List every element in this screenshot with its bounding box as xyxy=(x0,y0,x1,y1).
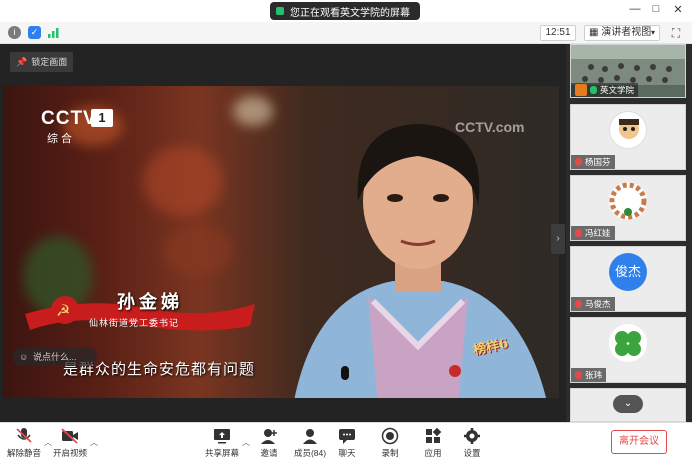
participant-tile[interactable]: 俊杰 马俊杰 xyxy=(570,246,686,312)
apps-label: 应用 xyxy=(424,448,442,458)
mic-muted-icon xyxy=(575,300,582,308)
avatar xyxy=(609,324,647,362)
collapse-panel-button[interactable]: › xyxy=(551,224,565,254)
chevron-down-icon: ▾ xyxy=(650,28,655,37)
start-video-button[interactable]: 开启视频 xyxy=(52,427,88,459)
screen-share-banner: 您正在观看英文学院的屏幕 xyxy=(270,2,420,20)
person-title: 仙林街道党工委书记 xyxy=(89,319,180,329)
invite-icon xyxy=(261,429,277,444)
fullscreen-icon[interactable]: ⛶ xyxy=(668,25,684,41)
video-options-caret[interactable]: ︿ xyxy=(90,437,98,448)
share-indicator-icon xyxy=(276,7,284,15)
record-button[interactable]: 录制 xyxy=(377,427,403,459)
comment-input[interactable]: ☺ 说点什么... xyxy=(13,348,97,366)
share-screen-label: 共享屏幕 xyxy=(204,448,239,458)
participant-label: 马俊杰 xyxy=(571,297,615,311)
start-video-label: 开启视频 xyxy=(52,448,87,458)
apps-button[interactable]: 应用 xyxy=(420,427,446,459)
person-name: 孙金娣 xyxy=(117,292,183,313)
avatar xyxy=(609,182,647,220)
participant-tile[interactable]: ⌄ xyxy=(570,388,686,422)
interviewee-figure xyxy=(294,124,546,398)
initial-avatar: 俊杰 xyxy=(609,253,647,291)
participant-name: 英文学院 xyxy=(600,85,635,95)
shared-screen-area: 📌 锁定画面 CCTV 1 综合 CCTV.com ☭ 孙金娣 仙林街道党工委书… xyxy=(0,44,566,422)
avatar xyxy=(609,111,647,149)
participant-name: 张玮 xyxy=(585,370,603,380)
channel-subtitle: 综合 xyxy=(47,133,75,145)
lock-view-label: 锁定画面 xyxy=(31,57,68,67)
minimize-button[interactable]: — xyxy=(625,3,645,15)
comment-placeholder: 说点什么... xyxy=(33,352,77,362)
participant-name: 杨国芬 xyxy=(585,157,611,167)
title-bar: 您正在观看英文学院的屏幕 — □ ✕ xyxy=(0,0,692,22)
view-grid-icon: ▦ xyxy=(589,27,602,38)
record-label: 录制 xyxy=(381,448,399,458)
leave-meeting-button[interactable]: 离开会议 xyxy=(611,430,667,454)
cctv-logo: CCTV xyxy=(41,108,97,129)
mic-muted-icon xyxy=(16,428,32,443)
mic-on-icon xyxy=(590,86,597,94)
view-mode-select[interactable]: ▦ 演讲者视图 ▾ xyxy=(584,25,660,41)
chat-label: 聊天 xyxy=(338,448,356,458)
members-icon xyxy=(303,429,317,444)
invite-button[interactable]: 邀请 xyxy=(252,427,286,459)
maximize-button[interactable]: □ xyxy=(646,3,666,15)
comment-icon: ☺ xyxy=(19,352,29,362)
mic-muted-icon xyxy=(575,229,582,237)
members-label: 成员(84) xyxy=(293,448,327,458)
settings-label: 设置 xyxy=(463,448,481,458)
members-button[interactable]: 成员(84) xyxy=(290,427,330,459)
audio-options-caret[interactable]: ︿ xyxy=(44,437,52,448)
unmute-label: 解除静音 xyxy=(6,448,41,458)
participant-label: 英文学院 xyxy=(571,83,639,97)
share-options-caret[interactable]: ︿ xyxy=(242,437,250,448)
close-button[interactable]: ✕ xyxy=(668,3,688,16)
apps-icon xyxy=(426,427,442,443)
share-screen-icon xyxy=(214,429,230,444)
network-signal-icon[interactable] xyxy=(47,26,60,39)
share-banner-text: 您正在观看英文学院的屏幕 xyxy=(290,7,410,19)
channel-number: 1 xyxy=(91,109,113,127)
scroll-down-icon[interactable]: ⌄ xyxy=(613,395,643,413)
participant-label: 冯红娃 xyxy=(571,226,615,240)
settings-button[interactable]: 设置 xyxy=(459,427,485,459)
meeting-timer: 12:51 xyxy=(540,25,576,41)
lock-view-button[interactable]: 📌 锁定画面 xyxy=(10,52,74,72)
chat-icon xyxy=(339,429,355,444)
participant-tile[interactable]: 张玮 xyxy=(570,317,686,383)
invite-label: 邀请 xyxy=(260,448,278,458)
chat-button[interactable]: 聊天 xyxy=(334,427,360,459)
info-icon[interactable]: i xyxy=(8,26,21,39)
view-mode-label: 演讲者视图 xyxy=(601,27,652,38)
tv-broadcast-video: CCTV 1 综合 CCTV.com ☭ 孙金娣 仙林街道党工委书记 是群众的生… xyxy=(3,86,559,398)
video-off-icon xyxy=(61,428,78,444)
svg-text:☭: ☭ xyxy=(56,301,70,320)
participant-name: 冯红娃 xyxy=(585,228,611,238)
gear-icon xyxy=(464,428,480,444)
participants-panel: 英文学院 杨国芬 冯红娃 俊杰 马俊杰 张玮 ⌄ xyxy=(566,44,692,422)
pin-icon: 📌 xyxy=(16,57,28,67)
record-icon xyxy=(381,427,399,445)
participant-name: 马俊杰 xyxy=(585,299,611,309)
meeting-controls-bar: 解除静音 ︿ 开启视频 ︿ 共享屏幕 ︿ 邀请 成员(84) 聊天 录制 应用 … xyxy=(0,422,692,461)
meeting-toolbar: i ✓ 12:51 ▦ 演讲者视图 ▾ ⛶ xyxy=(0,22,692,44)
host-icon xyxy=(575,84,587,96)
share-screen-button[interactable]: 共享屏幕 xyxy=(204,427,240,459)
mic-muted-icon xyxy=(575,158,582,166)
participant-label: 杨国芬 xyxy=(571,155,615,169)
unmute-button[interactable]: 解除静音 xyxy=(6,427,42,459)
participant-tile[interactable]: 冯红娃 xyxy=(570,175,686,241)
cctv-watermark: CCTV.com xyxy=(455,119,525,135)
security-shield-icon[interactable]: ✓ xyxy=(28,26,41,39)
participant-label: 张玮 xyxy=(571,368,607,382)
participant-tile[interactable]: 杨国芬 xyxy=(570,104,686,170)
participant-tile[interactable]: 英文学院 xyxy=(570,44,686,98)
mic-muted-icon xyxy=(575,371,582,379)
